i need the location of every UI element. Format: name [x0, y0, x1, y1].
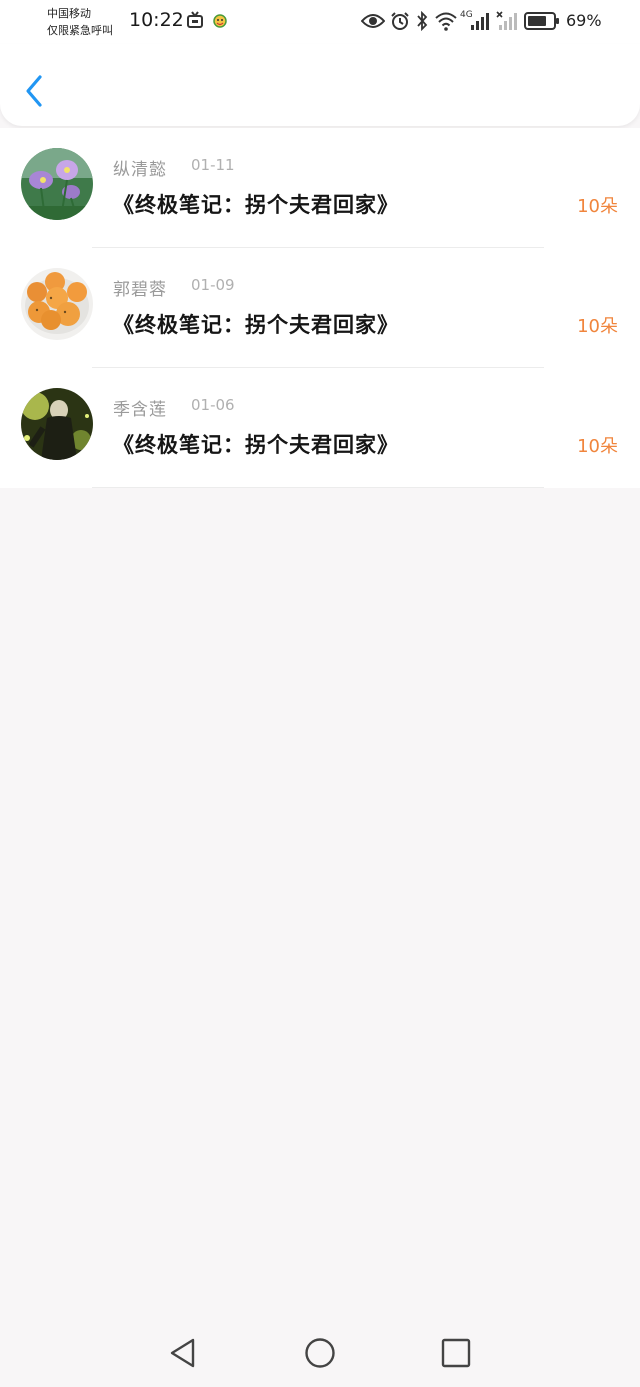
- avatar[interactable]: [21, 388, 93, 460]
- book-title: 《终极笔记：拐个夫君回家》: [113, 193, 399, 217]
- nav-back-button[interactable]: [166, 1336, 200, 1370]
- sender-name: 郭碧蓉: [113, 280, 167, 300]
- chevron-left-icon: [26, 75, 42, 107]
- avatar[interactable]: [21, 148, 93, 220]
- carrier-status: 仅限紧急呼叫: [47, 24, 113, 37]
- book-title: 《终极笔记：拐个夫君回家》: [113, 433, 399, 457]
- nav-home-button[interactable]: [303, 1336, 337, 1370]
- top-app-bar: [0, 44, 640, 126]
- alarm-icon: [390, 11, 410, 35]
- gift-amount: 10朵: [577, 316, 618, 337]
- list-item[interactable]: 纵清懿 01-11 《终极笔记：拐个夫君回家》 10朵: [0, 128, 640, 248]
- nav-recents-button[interactable]: [439, 1336, 473, 1370]
- tv-icon: [186, 11, 204, 33]
- status-bar: 中国移动 仅限紧急呼叫 10:22 4G 69%: [0, 0, 640, 44]
- book-title: 《终极笔记：拐个夫君回家》: [113, 313, 399, 337]
- home-circle-icon: [305, 1338, 335, 1368]
- carrier-text: 中国移动 仅限紧急呼叫: [47, 5, 113, 39]
- wifi-icon: [434, 11, 458, 35]
- gift-amount: 10朵: [577, 196, 618, 217]
- system-navigation-bar: [0, 1318, 640, 1387]
- gift-record-list: 纵清懿 01-11 《终极笔记：拐个夫君回家》 10朵 郭碧蓉 01-09 《终…: [0, 128, 640, 488]
- food-avatar-image: [21, 268, 93, 340]
- emoji-icon: [212, 13, 228, 33]
- record-date: 01-09: [191, 276, 235, 294]
- eye-icon: [360, 12, 386, 34]
- sender-name: 季含莲: [113, 400, 167, 420]
- record-date: 01-06: [191, 396, 235, 414]
- status-time: 10:22: [129, 9, 184, 31]
- back-button[interactable]: [18, 70, 52, 112]
- carrier-name: 中国移动: [47, 7, 91, 20]
- row-divider: [92, 487, 544, 488]
- gift-amount: 10朵: [577, 436, 618, 457]
- bluetooth-icon: [416, 10, 428, 35]
- list-item[interactable]: 季含莲 01-06 《终极笔记：拐个夫君回家》 10朵: [0, 368, 640, 488]
- avatar[interactable]: [21, 268, 93, 340]
- back-triangle-icon: [170, 1338, 195, 1368]
- flower-avatar-image: [21, 148, 93, 220]
- person-avatar-image: [21, 388, 93, 460]
- list-item[interactable]: 郭碧蓉 01-09 《终极笔记：拐个夫君回家》 10朵: [0, 248, 640, 368]
- record-date: 01-11: [191, 156, 235, 174]
- battery-percentage: 69%: [566, 11, 602, 30]
- battery-icon: [524, 12, 560, 34]
- signal-icon: [470, 11, 492, 35]
- sender-name: 纵清懿: [113, 160, 167, 180]
- recents-square-icon: [441, 1338, 471, 1368]
- no-signal-icon: [496, 11, 518, 35]
